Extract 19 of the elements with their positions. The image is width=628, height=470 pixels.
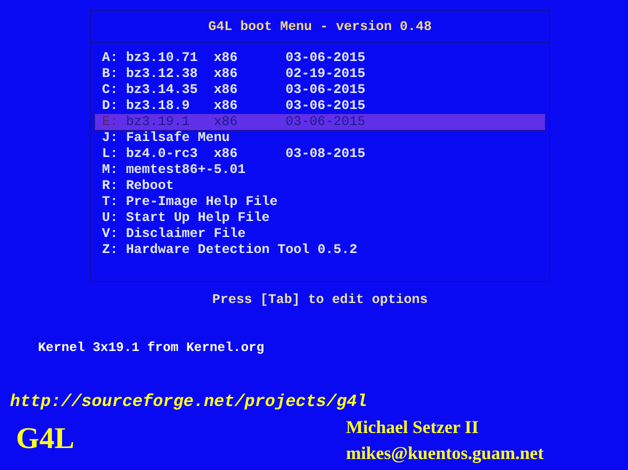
menu-title: G4L boot Menu - version 0.48	[91, 11, 549, 43]
author-email: mikes@kuentos.guam.net	[346, 442, 544, 465]
author-name: Michael Setzer II	[346, 416, 480, 439]
menu-item[interactable]: C: bz3.14.35 x86 03-06-2015	[95, 82, 545, 98]
menu-item[interactable]: R: Reboot	[95, 178, 545, 194]
menu-item[interactable]: Z: Hardware Detection Tool 0.5.2	[95, 242, 545, 258]
help-text: Press [Tab] to edit options	[212, 292, 428, 307]
menu-item[interactable]: V: Disclaimer File	[95, 226, 545, 242]
kernel-note: Kernel 3x19.1 from Kernel.org	[38, 340, 266, 355]
menu-item[interactable]: B: bz3.12.38 x86 02-19-2015	[95, 66, 545, 82]
menu-item[interactable]: D: bz3.18.9 x86 03-06-2015	[95, 98, 545, 114]
project-url: http://sourceforge.net/projects/g4l	[10, 393, 368, 412]
logo-text: G4L	[16, 422, 76, 457]
menu-item[interactable]: A: bz3.10.71 x86 03-06-2015	[95, 50, 545, 66]
menu-item[interactable]: T: Pre-Image Help File	[95, 194, 545, 210]
menu-item[interactable]: J: Failsafe Menu	[95, 130, 545, 146]
menu-item[interactable]: U: Start Up Help File	[95, 210, 545, 226]
menu-item[interactable]: L: bz4.0-rc3 x86 03-08-2015	[95, 146, 545, 162]
menu-item[interactable]: M: memtest86+-5.01	[95, 162, 545, 178]
